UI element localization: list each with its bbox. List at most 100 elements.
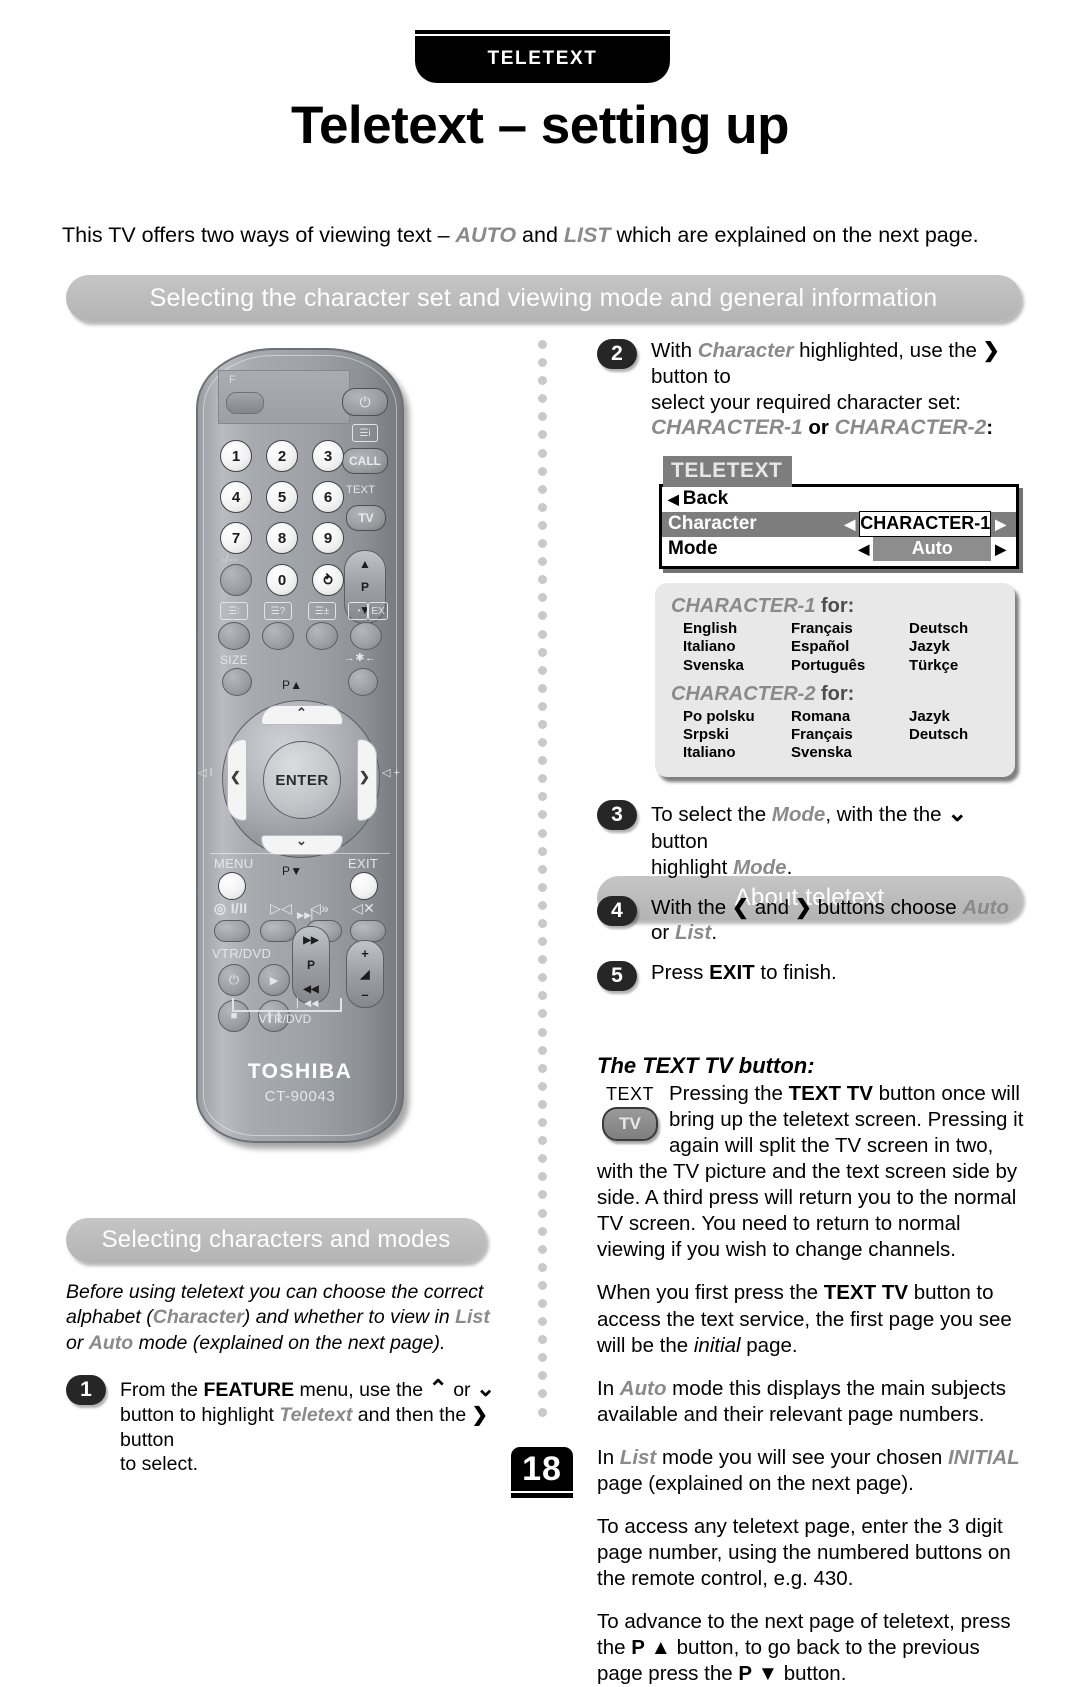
seek-p-label: P (306, 958, 315, 972)
seek-rocker[interactable]: ▶▶ P ◀◀ (292, 926, 330, 1004)
volume-up-icon: ◁ + (382, 767, 400, 779)
volume-rocker[interactable]: + ◢ – (346, 940, 384, 1008)
p3-t1: In (597, 1376, 620, 1400)
character-1-title: CHARACTER-1 (671, 594, 816, 617)
divider-dot (538, 1298, 547, 1308)
teletext-reveal-icon: ☰? (264, 602, 292, 620)
teletext-index-button[interactable] (218, 622, 250, 650)
divider-dot (538, 502, 547, 512)
teletext-subpage-button[interactable] (306, 622, 338, 650)
divider-dot (538, 1317, 547, 1327)
step-4-auto: Auto (962, 895, 1009, 919)
divider-dot (538, 828, 547, 838)
divider-dot (538, 557, 547, 567)
intro-text-2: and (516, 223, 564, 247)
key-7[interactable]: 7 (220, 522, 252, 554)
volume-plus-icon: + (361, 946, 369, 961)
page-title: Teletext – setting up (291, 96, 790, 155)
p6-p-label-2: P (738, 1661, 753, 1685)
teletext-time-button[interactable] (350, 622, 382, 650)
character-right-arrow-icon[interactable]: ▶ (991, 517, 1010, 531)
volume-minus-icon: – (361, 987, 369, 1002)
step-3-t3: button (651, 829, 708, 853)
key-2[interactable]: 2 (266, 440, 298, 472)
right-arrow-icon: ❯ (982, 339, 1000, 362)
key-0[interactable]: 0 (266, 564, 298, 596)
size-label: SIZE (220, 653, 248, 667)
call-glyph-icon: ☰i (352, 424, 378, 442)
stereo-button[interactable] (260, 920, 296, 942)
lang-item (909, 744, 999, 762)
p1-textv: TEXT TV (788, 1082, 873, 1106)
vtr-power-button[interactable]: ⏻ (218, 964, 250, 996)
text-tv-button[interactable]: TV (346, 505, 386, 531)
step-2: 2 With Character highlighted, use the ❯ … (597, 338, 1025, 442)
key-3[interactable]: 3 (312, 440, 344, 472)
right-arrow-icon: ❯ (794, 895, 812, 919)
divider-dot (538, 1208, 547, 1218)
mute-button[interactable] (350, 920, 386, 942)
input-select-icon[interactable]: ⥁ (312, 564, 344, 596)
step-1-text: From the FEATURE menu, use the ⌃ or ⌄ bu… (120, 1374, 496, 1477)
step-5-exit: EXIT (709, 961, 755, 985)
pre-t3: or (66, 1331, 89, 1354)
audio-mode-button[interactable] (214, 920, 250, 942)
menu-button[interactable] (218, 872, 246, 900)
lang-item: Français (791, 619, 853, 637)
step-4-t5: . (711, 921, 718, 945)
about-paragraph-6: To advance to the next page of teletext,… (597, 1609, 1025, 1687)
dotted-divider (538, 340, 552, 1430)
lang-item: English (683, 619, 738, 637)
p4-initial: INITIAL (947, 1445, 1020, 1469)
divider-dot (538, 520, 547, 530)
step-5-text: Press EXIT to finish. (651, 960, 1025, 986)
navigation-pad[interactable]: ⌃ ⌄ ❮ ❯ ENTER (222, 700, 380, 858)
step-4-t3: buttons choose (811, 895, 963, 919)
divider-dot (538, 340, 547, 349)
power-icon[interactable]: ⏻ (342, 388, 388, 416)
divider-dot (538, 701, 547, 711)
pre-character: Character (152, 1306, 244, 1329)
lang-item: Jazyk (909, 638, 950, 656)
p4-list: List (619, 1445, 657, 1469)
step-1-t7: to select. (120, 1453, 199, 1476)
play-button[interactable]: ▶ (258, 964, 290, 996)
key-4[interactable]: 4 (220, 481, 252, 513)
banner-main: Selecting the character set and viewing … (66, 275, 1021, 321)
step-4-list: List (674, 921, 712, 945)
tv-button-icon: TV (602, 1107, 658, 1142)
key-1[interactable]: 1 (220, 440, 252, 472)
brand-logo: TOSHIBA (247, 1060, 353, 1083)
osd-row-character[interactable]: Character ◀ CHARACTER-1 ▶ (662, 511, 1016, 538)
step-4-t2: and (749, 895, 795, 919)
right-arrow-icon: ❯ (471, 1404, 488, 1426)
about-paragraph-3: In Auto mode this displays the main subj… (597, 1376, 1025, 1428)
enter-button[interactable]: ENTER (263, 741, 341, 819)
key-6[interactable]: 6 (312, 481, 344, 513)
step-3-mode-1: Mode (771, 802, 826, 826)
key-8[interactable]: 8 (266, 522, 298, 554)
key-dash[interactable] (220, 564, 252, 596)
divider-dot (538, 1136, 547, 1146)
step-3-t4: highlight (651, 855, 734, 879)
step-5-number: 5 (597, 961, 637, 992)
lang-item: Svenska (683, 656, 744, 674)
up-arrow-icon: ⌃ (428, 1375, 448, 1402)
lang-item: Po polsku (683, 707, 755, 725)
freeze-button[interactable] (348, 668, 378, 696)
character-left-arrow-icon[interactable]: ◀ (840, 517, 859, 531)
key-5[interactable]: 5 (266, 481, 298, 513)
teletext-reveal-button[interactable] (262, 622, 294, 650)
mode-right-arrow-icon[interactable]: ▶ (991, 542, 1010, 556)
key-9[interactable]: 9 (312, 522, 344, 554)
remote-f-button[interactable] (226, 392, 264, 414)
osd-row-back[interactable]: ◀ Back (662, 487, 1016, 512)
lang-item: Jazyk (909, 707, 950, 725)
about-paragraph-4: In List mode you will see your chosen IN… (597, 1445, 1025, 1497)
exit-button[interactable] (350, 872, 378, 900)
size-button[interactable] (222, 668, 252, 696)
call-button[interactable]: CALL (342, 448, 388, 474)
lang-item: Italiano (683, 638, 736, 656)
osd-row-mode[interactable]: Mode ◀ Auto ▶ (662, 537, 1016, 562)
mode-left-arrow-icon[interactable]: ◀ (854, 542, 873, 556)
